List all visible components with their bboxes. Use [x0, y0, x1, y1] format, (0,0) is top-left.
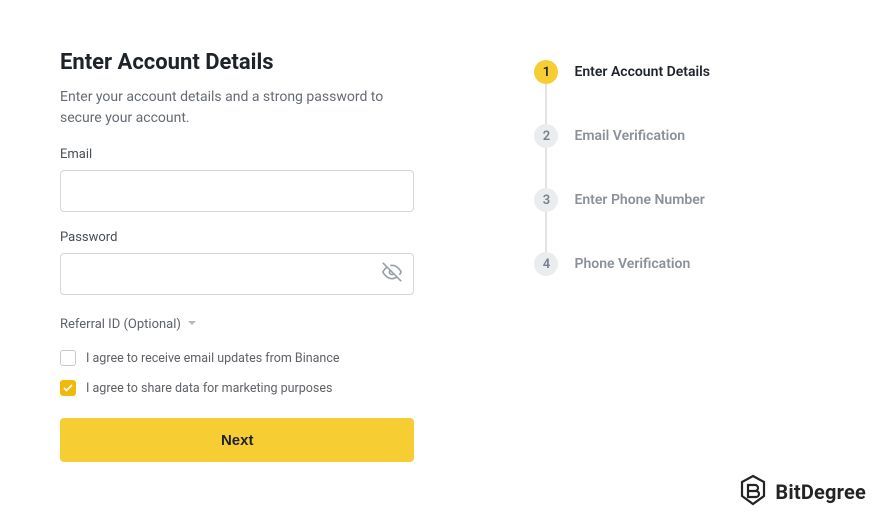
password-input[interactable]	[60, 253, 414, 295]
step-number: 1	[534, 60, 558, 84]
step-label: Enter Phone Number	[574, 192, 704, 208]
steps-section: 1 Enter Account Details 2 Email Verifica…	[534, 50, 820, 462]
password-label: Password	[60, 230, 414, 245]
email-label: Email	[60, 147, 414, 162]
page-title: Enter Account Details	[60, 50, 414, 75]
watermark-brand: BitDegree	[775, 480, 866, 504]
step-number: 4	[534, 252, 558, 276]
password-field-group: Password	[60, 230, 414, 295]
referral-toggle[interactable]: Referral ID (Optional)	[60, 317, 197, 332]
step-number: 2	[534, 124, 558, 148]
step-label: Enter Account Details	[574, 64, 710, 80]
checkbox-marketing[interactable]	[60, 380, 76, 396]
email-field-group: Email	[60, 147, 414, 212]
next-button[interactable]: Next	[60, 418, 414, 462]
referral-label: Referral ID (Optional)	[60, 317, 181, 332]
step-4: 4 Phone Verification	[534, 252, 820, 276]
page-subtitle: Enter your account details and a strong …	[60, 87, 414, 129]
email-input[interactable]	[60, 170, 414, 212]
checkbox-updates-label: I agree to receive email updates from Bi…	[86, 351, 340, 366]
form-section: Enter Account Details Enter your account…	[60, 50, 414, 462]
step-label: Phone Verification	[574, 256, 690, 272]
step-connector	[545, 148, 547, 188]
bitdegree-logo-icon	[739, 474, 767, 510]
step-connector	[545, 212, 547, 252]
checkbox-row-updates: I agree to receive email updates from Bi…	[60, 350, 414, 366]
step-3: 3 Enter Phone Number	[534, 188, 820, 212]
watermark: BitDegree	[739, 474, 866, 510]
step-1: 1 Enter Account Details	[534, 60, 820, 84]
checkbox-updates[interactable]	[60, 350, 76, 366]
step-label: Email Verification	[574, 128, 685, 144]
step-number: 3	[534, 188, 558, 212]
step-connector	[545, 84, 547, 124]
eye-off-icon[interactable]	[382, 262, 402, 286]
step-2: 2 Email Verification	[534, 124, 820, 148]
chevron-down-icon	[187, 317, 197, 332]
checkbox-row-marketing: I agree to share data for marketing purp…	[60, 380, 414, 396]
checkbox-marketing-label: I agree to share data for marketing purp…	[86, 381, 332, 396]
